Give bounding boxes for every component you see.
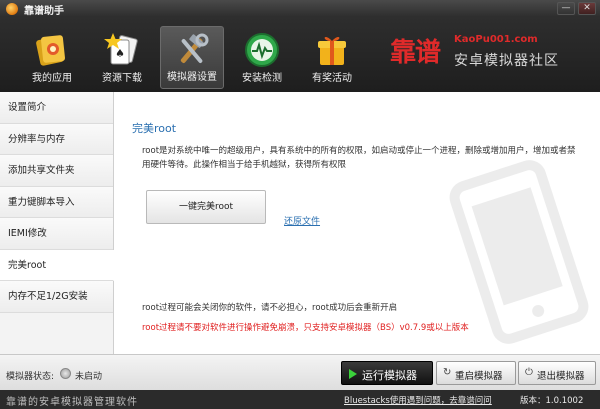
cards-star-icon: ♠ — [104, 33, 138, 65]
run-emulator-label: 运行模拟器 — [362, 369, 417, 382]
nav-label: 有奖活动 — [312, 73, 352, 84]
restart-emulator-button[interactable]: ↻ 重启模拟器 — [436, 361, 516, 385]
root-note: root过程可能会关闭你的软件，请不必担心，root成功后会重新开启 — [142, 303, 398, 313]
sidebar-item-imei[interactable]: IEMI修改 — [0, 218, 113, 250]
nav-item-rewards[interactable]: 有奖活动 — [300, 26, 364, 89]
nav-item-resource-download[interactable]: ♠ 资源下载 — [90, 26, 154, 89]
content-panel: 完美root root是对系统中唯一的超级用户，具有系统中的所有的权限，如启动或… — [114, 92, 600, 354]
emulator-status-label: 模拟器状态: — [6, 372, 55, 382]
status-bar: 模拟器状态: 未启动 运行模拟器 ↻ 重启模拟器 ⏻ 退出模拟器 — [0, 354, 600, 390]
monitor-check-icon — [245, 33, 279, 67]
root-description: root是对系统中唯一的超级用户，具有系统中的所有的权限，如启动或停止一个进程，… — [142, 146, 576, 170]
minimize-button[interactable]: — — [557, 2, 575, 15]
svg-text:♠: ♠ — [115, 47, 125, 60]
footer: 靠谱的安卓模拟器管理软件 Bluestacks使用遇到问题，去靠谱问问 版本：1… — [0, 390, 600, 409]
brand-logo[interactable]: 靠谱 KaoPu001.com 安卓模拟器社区 — [390, 30, 590, 76]
sidebar-item-intro[interactable]: 设置简介 — [0, 92, 113, 124]
settings-sidebar: 设置简介 分辨率与内存 添加共享文件夹 重力键脚本导入 IEMI修改 完美roo… — [0, 92, 114, 354]
restart-emulator-label: 重启模拟器 — [455, 371, 503, 382]
app-header: 靠谱助手 — ✕ 我的应用 ♠ 资源下载 模拟器设置 安装检测 有奖活动 靠谱 … — [0, 0, 600, 92]
restore-files-link[interactable]: 还原文件 — [284, 214, 320, 227]
root-warning: root过程请不要对软件进行操作避免崩溃，只支持安卓模拟器（BS）v0.7.9或… — [142, 323, 469, 333]
sidebar-item-low-memory-install[interactable]: 内存不足1/2G安装 — [0, 281, 113, 313]
window-controls: — ✕ — [557, 2, 596, 15]
emulator-status-value: 未启动 — [75, 372, 103, 382]
app-logo-icon — [6, 3, 18, 15]
sidebar-item-gravity-script[interactable]: 重力键脚本导入 — [0, 186, 113, 218]
nav-item-install-check[interactable]: 安装检测 — [230, 26, 294, 89]
app-title: 靠谱助手 — [24, 6, 64, 17]
footer-tagline: 靠谱的安卓模拟器管理软件 — [6, 397, 138, 408]
nav-label: 我的应用 — [32, 73, 72, 84]
brand-subtitle: 安卓模拟器社区 — [454, 53, 559, 69]
play-icon — [349, 369, 357, 379]
page-title: 完美root — [132, 122, 177, 135]
one-click-root-button[interactable]: 一键完美root — [146, 190, 266, 224]
refresh-icon: ↻ — [443, 367, 452, 378]
exit-emulator-label: 退出模拟器 — [537, 371, 585, 382]
close-button[interactable]: ✕ — [578, 2, 596, 15]
exit-emulator-button[interactable]: ⏻ 退出模拟器 — [518, 361, 596, 385]
nav-item-my-apps[interactable]: 我的应用 — [20, 26, 84, 89]
version-label: 版本：1.0.1002 — [520, 396, 584, 406]
nav-label: 模拟器设置 — [167, 72, 217, 83]
nav-item-emulator-settings[interactable]: 模拟器设置 — [160, 26, 224, 89]
nav-label: 资源下载 — [102, 73, 142, 84]
book-icon — [36, 35, 66, 66]
gift-icon — [318, 36, 346, 65]
brand-url: KaoPu001.com — [454, 34, 538, 45]
status-dot-icon — [60, 368, 71, 379]
titlebar: 靠谱助手 — ✕ — [0, 0, 600, 18]
sidebar-item-perfect-root[interactable]: 完美root — [0, 249, 114, 281]
sidebar-item-shared-folder[interactable]: 添加共享文件夹 — [0, 155, 113, 187]
bluestacks-help-link[interactable]: Bluestacks使用遇到问题，去靠谱问问 — [344, 394, 492, 406]
power-icon: ⏻ — [525, 367, 533, 378]
brand-name: 靠谱 — [390, 38, 441, 68]
main-nav: 我的应用 ♠ 资源下载 模拟器设置 安装检测 有奖活动 — [20, 26, 364, 89]
sidebar-item-resolution-memory[interactable]: 分辨率与内存 — [0, 123, 113, 155]
tools-icon — [180, 33, 209, 63]
run-emulator-button[interactable]: 运行模拟器 — [341, 361, 433, 385]
nav-label: 安装检测 — [242, 73, 282, 84]
